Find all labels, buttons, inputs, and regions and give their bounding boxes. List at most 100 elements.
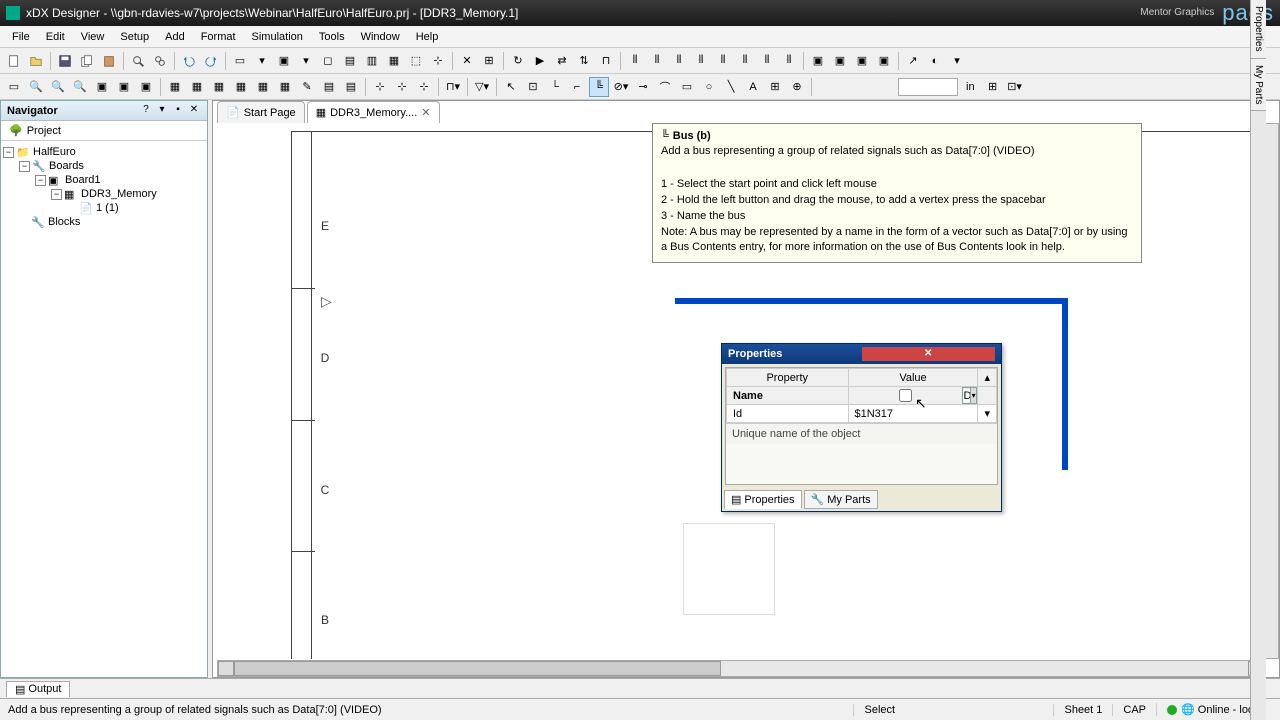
project-tab[interactable]: 🌳 Project [1,121,207,141]
t2-11-icon[interactable]: ▦ [231,77,251,97]
line-icon[interactable]: ╲ [721,77,741,97]
tool-p-icon[interactable]: ⇅ [574,51,594,71]
tool-b-icon[interactable]: ▾ [252,51,272,71]
tool-q-icon[interactable]: ⊓ [596,51,616,71]
align-4-icon[interactable]: ⫴ [691,51,711,71]
tool-l-icon[interactable]: ⊞ [479,51,499,71]
text-icon[interactable]: A [743,77,763,97]
t2-7-icon[interactable]: ▣ [136,77,156,97]
horizontal-scrollbar[interactable] [217,660,1265,677]
col-value[interactable]: Value [848,369,978,387]
prop-id-label[interactable]: Id [727,405,849,423]
menu-add[interactable]: Add [157,29,193,45]
t2-19-icon[interactable]: ⊹ [414,77,434,97]
nav-dropdown-icon[interactable]: ▾ [155,104,169,118]
t2-16-icon[interactable]: ▤ [341,77,361,97]
tool-i-icon[interactable]: ⬚ [406,51,426,71]
properties-titlebar[interactable]: Properties ✕ [722,344,1001,364]
tool-k-icon[interactable]: ✕ [457,51,477,71]
close-icon[interactable]: ✕ [421,106,430,119]
t2-20-icon[interactable]: ⊓▾ [443,77,463,97]
save-icon[interactable] [55,51,75,71]
output-tab[interactable]: ▤ Output [6,681,70,697]
nav-pin-icon[interactable]: ▪ [171,104,185,118]
select-icon[interactable]: ↖ [501,77,521,97]
misc-2-icon[interactable]: ▣ [830,51,850,71]
t2-23-icon[interactable]: ⊡ [523,77,543,97]
scroll-thumb[interactable] [234,661,721,676]
t2-5-icon[interactable]: ▣ [92,77,112,97]
tool-n-icon[interactable]: ▶ [530,51,550,71]
open-icon[interactable] [26,51,46,71]
align-1-icon[interactable]: ⫴ [625,51,645,71]
t2-28-icon[interactable]: ⊸ [633,77,653,97]
misc-4-icon[interactable]: ▣ [874,51,894,71]
expand-icon[interactable]: − [51,189,62,200]
t2-12-icon[interactable]: ▦ [253,77,273,97]
tree-board1[interactable]: Board1 [65,174,100,186]
circle-icon[interactable]: ○ [699,77,719,97]
tab-properties[interactable]: ▤Properties [724,490,802,509]
menu-simulation[interactable]: Simulation [244,29,311,45]
bus-tool-icon[interactable]: ╚ [589,77,609,97]
tool-m-icon[interactable]: ↻ [508,51,528,71]
t2-17-icon[interactable]: ⊹ [370,77,390,97]
dropdown-icon[interactable]: ▾ [970,388,977,403]
scroll-up-icon[interactable]: ▴ [978,369,997,387]
align-7-icon[interactable]: ⫴ [757,51,777,71]
tool-e-icon[interactable]: ◻ [318,51,338,71]
snap-icon[interactable]: ⊡▾ [1005,77,1025,97]
nav-help-icon[interactable]: ? [139,104,153,118]
find-icon[interactable] [150,51,170,71]
tool-o-icon[interactable]: ⇄ [552,51,572,71]
menu-file[interactable]: File [4,29,38,45]
tab-start-page[interactable]: 📄 Start Page [217,101,305,123]
tree-blocks[interactable]: Blocks [48,216,80,228]
zoom-out-icon[interactable]: 🔍 [48,77,68,97]
misc-5-icon[interactable]: ↗ [903,51,923,71]
t2-35-icon[interactable]: ⊕ [787,77,807,97]
zoom-in-icon[interactable]: 🔍 [26,77,46,97]
nav-close-icon[interactable]: ✕ [187,104,201,118]
menu-tools[interactable]: Tools [311,29,353,45]
net-icon[interactable]: └ [545,77,565,97]
tree-boards[interactable]: Boards [49,160,84,172]
t2-27-icon[interactable]: ⊘▾ [611,77,631,97]
misc-3-icon[interactable]: ▣ [852,51,872,71]
align-8-icon[interactable]: ⫴ [779,51,799,71]
t2-18-icon[interactable]: ⊹ [392,77,412,97]
bus-segment-h[interactable] [675,298,1065,304]
scroll-down-icon[interactable]: ▾ [978,405,997,423]
t2-34-icon[interactable]: ⊞ [765,77,785,97]
menu-format[interactable]: Format [193,29,244,45]
t2-14-icon[interactable]: ✎ [297,77,317,97]
undo-icon[interactable] [179,51,199,71]
tab-my-parts[interactable]: 🔧My Parts [804,490,878,509]
misc-6-icon[interactable]: ◐ [925,51,945,71]
right-tab-properties[interactable]: Properties [1251,0,1266,59]
menu-help[interactable]: Help [408,29,447,45]
menu-setup[interactable]: Setup [112,29,157,45]
tree-sheet1[interactable]: 1 (1) [96,202,119,214]
align-2-icon[interactable]: ⫴ [647,51,667,71]
coord-input[interactable] [898,78,958,96]
misc-7-icon[interactable]: ▾ [947,51,967,71]
zoom-fit-icon[interactable]: 🔍 [70,77,90,97]
scroll-left-icon[interactable] [218,661,234,676]
expand-icon[interactable]: − [3,147,14,158]
align-5-icon[interactable]: ⫴ [713,51,733,71]
prop-name-label[interactable]: Name [727,387,849,405]
t2-1-icon[interactable]: ▭ [4,77,24,97]
align-6-icon[interactable]: ⫴ [735,51,755,71]
menu-edit[interactable]: Edit [38,29,73,45]
t2-10-icon[interactable]: ▦ [209,77,229,97]
schematic-sheet[interactable]: E D C B ▷ ╚Bus (b) Add a bus representin… [217,123,1279,659]
redo-icon[interactable] [201,51,221,71]
tool-g-icon[interactable]: ▥ [362,51,382,71]
copy-icon[interactable] [77,51,97,71]
rect-icon[interactable]: ▭ [677,77,697,97]
zoom-icon[interactable] [128,51,148,71]
tool-h-icon[interactable]: ▦ [384,51,404,71]
t2-9-icon[interactable]: ▦ [187,77,207,97]
filter-icon[interactable]: ▽▾ [472,77,492,97]
